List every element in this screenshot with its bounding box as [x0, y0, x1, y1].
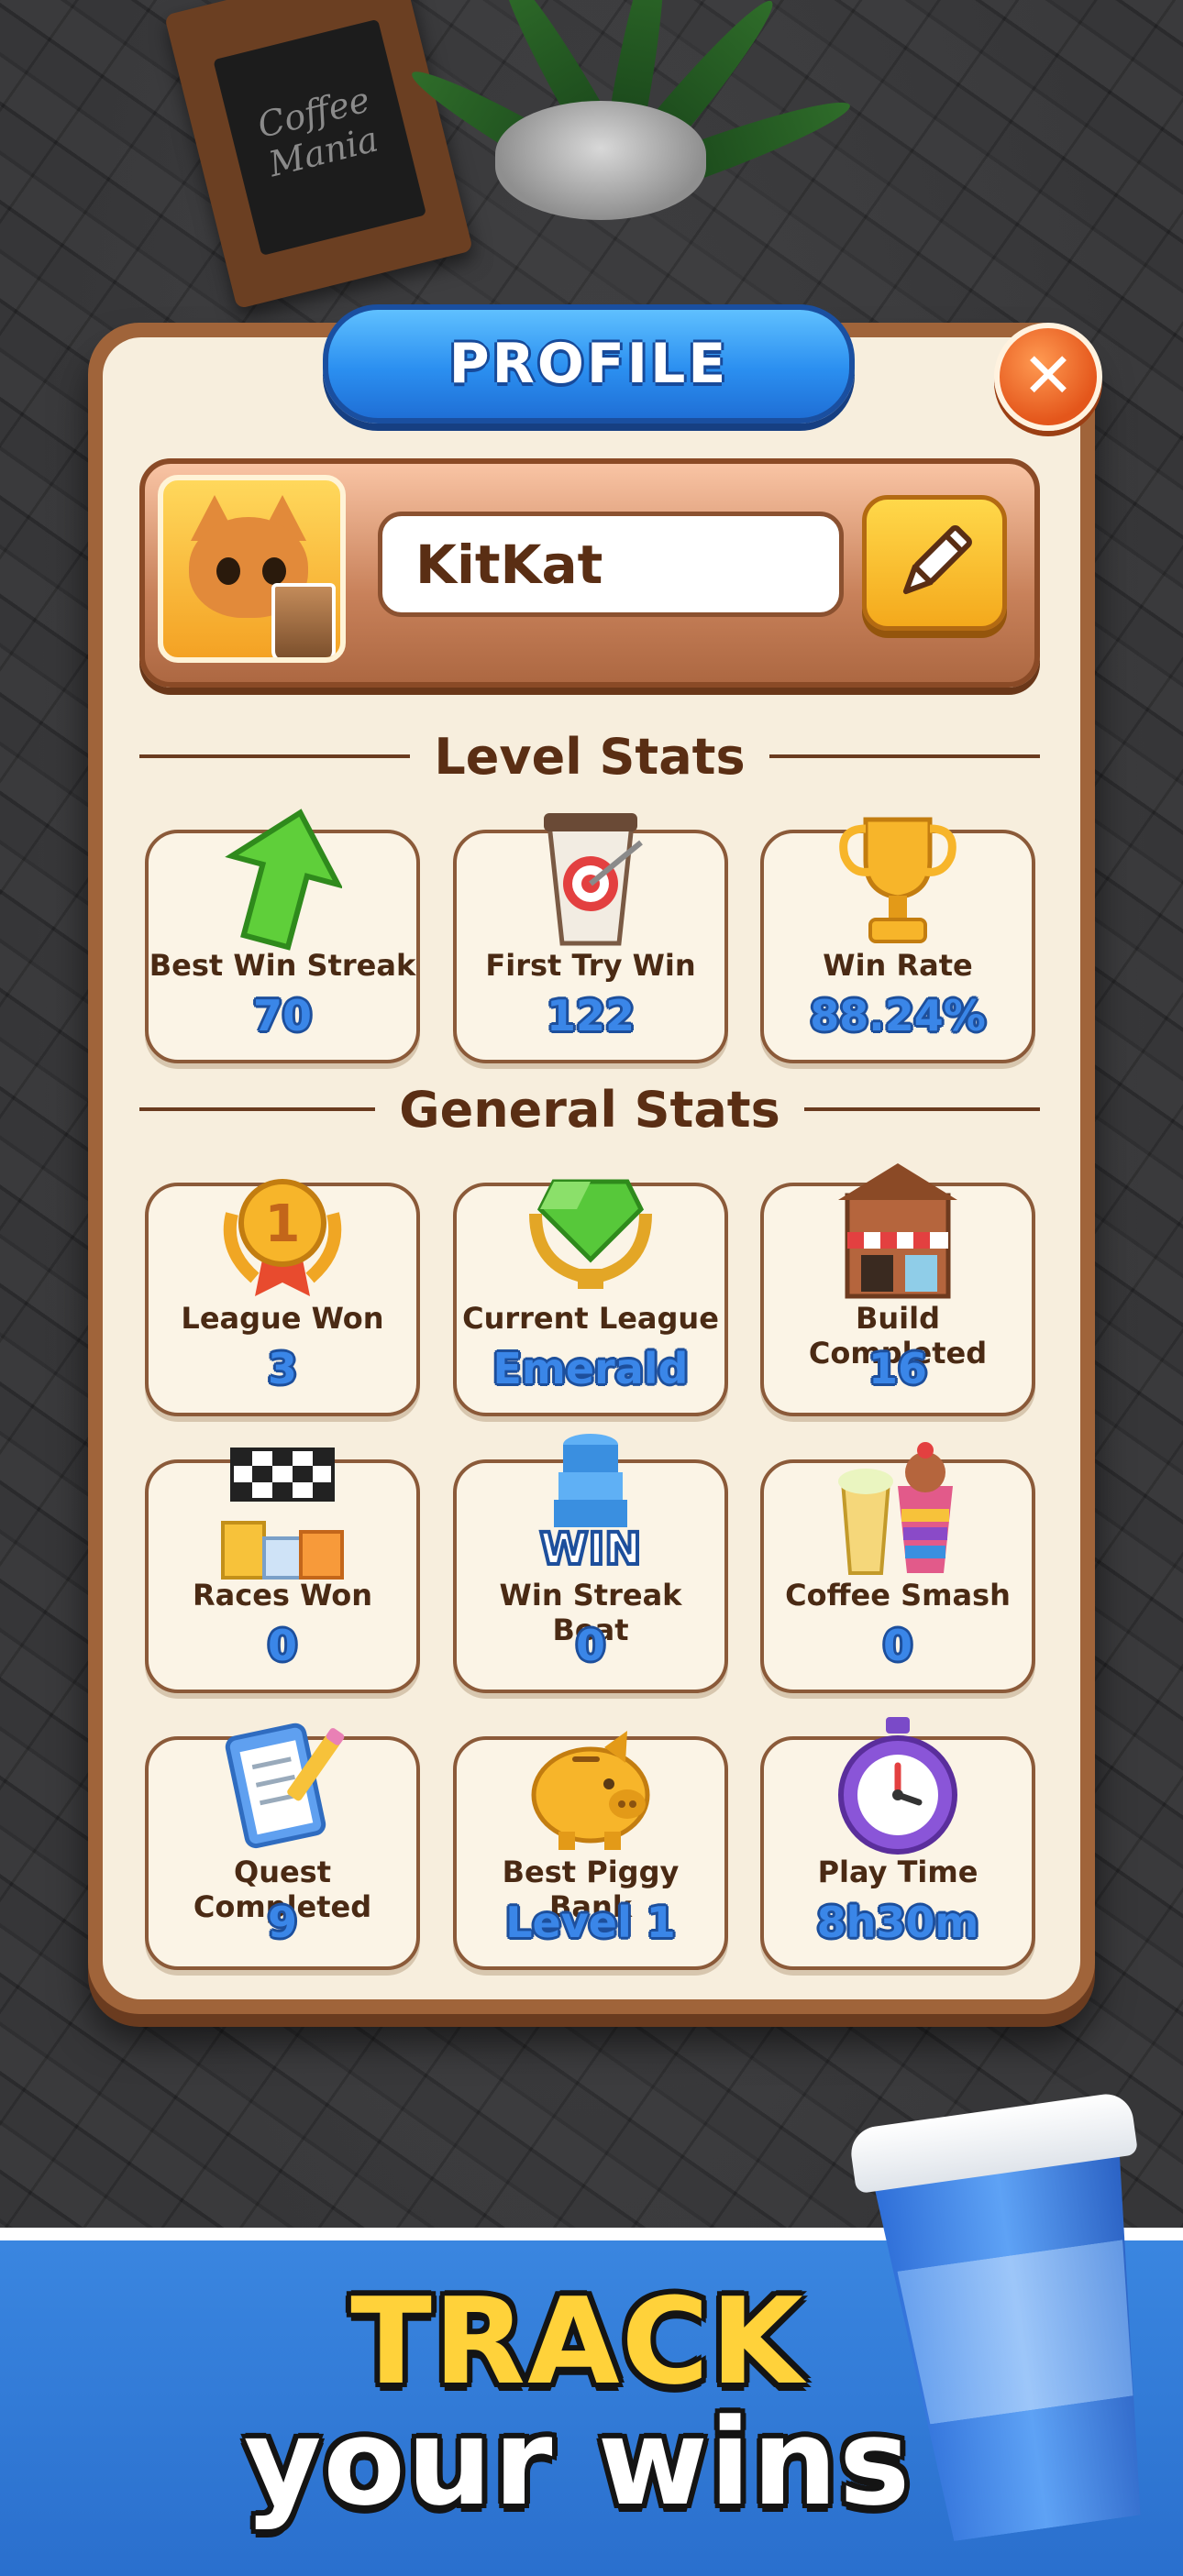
svg-text:1: 1: [265, 1194, 301, 1254]
stat-card-league-won: 1 League Won 3: [145, 1179, 420, 1416]
trophy-icon: [764, 797, 1032, 952]
stat-card-races-won: Races Won 0: [145, 1448, 420, 1693]
stat-card-coffee-smash: Coffee Smash 0: [760, 1442, 1035, 1693]
banner-headline: TRACK: [350, 2272, 805, 2411]
shop-building-icon: [764, 1150, 1032, 1305]
close-button[interactable]: ✕: [994, 323, 1102, 431]
pencil-icon: [902, 525, 972, 595]
piggy-bank-icon: [457, 1703, 724, 1859]
avatar[interactable]: [158, 475, 346, 663]
svg-text:WIN: WIN: [540, 1524, 642, 1575]
level-stats-header: Level Stats: [139, 724, 1040, 788]
stat-card-current-league: Current League Emerald: [453, 1179, 728, 1416]
edit-name-button[interactable]: [862, 495, 1007, 631]
username-text: KitKat: [415, 533, 603, 596]
win-stack-icon: WIN: [457, 1426, 724, 1582]
clipboard-icon: [149, 1703, 416, 1859]
stat-card-first-try-win: First Try Win 122: [453, 813, 728, 1063]
banner-subheadline: your wins: [243, 2393, 912, 2532]
medal-icon: 1: [149, 1150, 416, 1305]
stopwatch-icon: [764, 1703, 1032, 1859]
close-icon: ✕: [1022, 340, 1075, 413]
drinks-icon: [764, 1426, 1032, 1582]
general-stats-title: General Stats: [399, 1080, 780, 1139]
stat-card-win-rate: Win Rate 88.24%: [760, 817, 1035, 1063]
green-arrow-icon: [149, 797, 416, 952]
race-podium-icon: [149, 1426, 416, 1582]
stat-card-best-piggy-bank: Best Piggy Bank Level 1: [453, 1731, 728, 1970]
stat-card-quest-completed: Quest Completed 9: [145, 1723, 420, 1970]
sign-board-text: Coffee Mania: [213, 18, 427, 256]
stat-card-best-win-streak: Best Win Streak 70: [145, 809, 420, 1063]
stat-card-build-completed: Build Completed 16: [760, 1163, 1035, 1416]
emerald-trophy-icon: [457, 1150, 724, 1305]
stat-card-play-time: Play Time 8h30m: [760, 1717, 1035, 1970]
level-stats-title: Level Stats: [434, 727, 746, 786]
stat-card-win-streak-beat: WIN Win Streak Beat 0: [453, 1434, 728, 1693]
username-field[interactable]: KitKat: [378, 512, 844, 617]
target-cup-icon: [457, 797, 724, 952]
page-title: PROFILE: [448, 332, 729, 396]
profile-title-banner: PROFILE: [323, 304, 855, 424]
general-stats-header: General Stats: [139, 1077, 1040, 1141]
